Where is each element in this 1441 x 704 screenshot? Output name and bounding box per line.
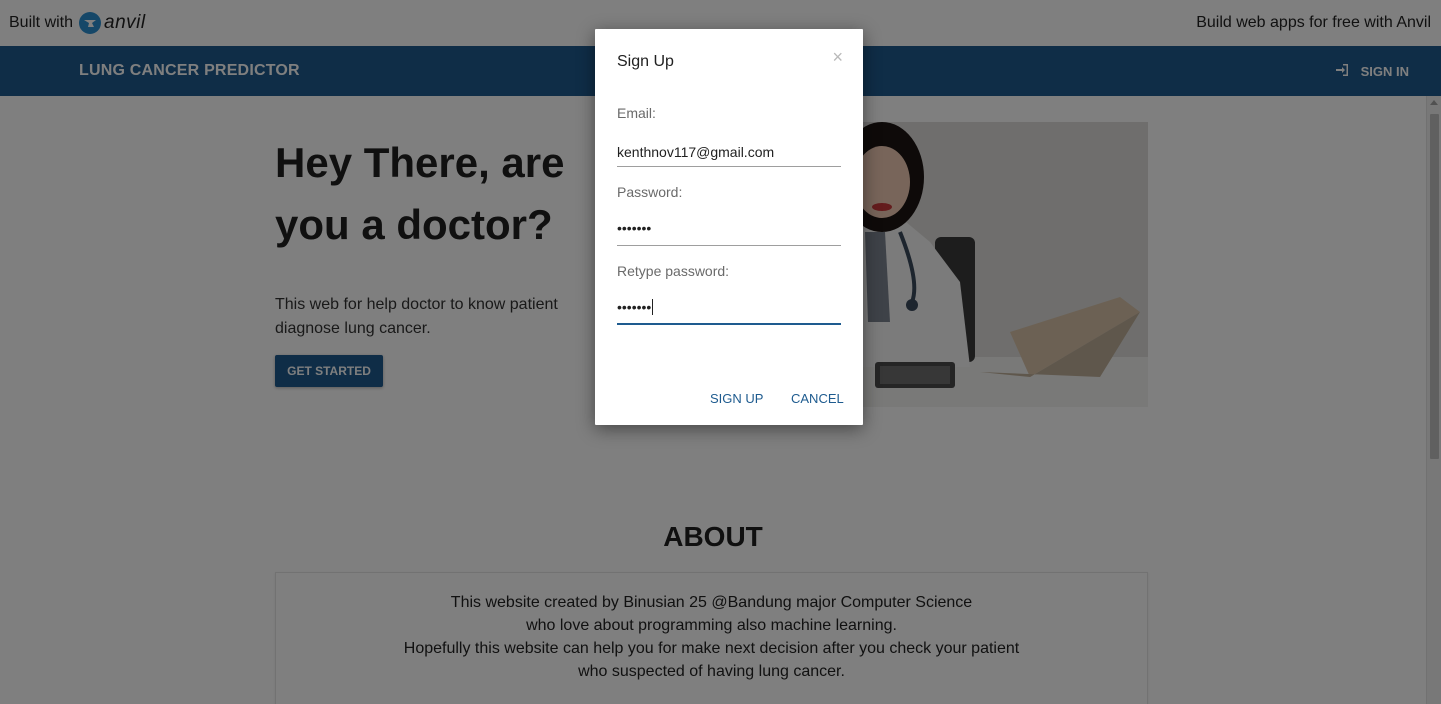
email-label: Email:: [617, 105, 656, 121]
text-caret: [652, 299, 654, 315]
retype-password-label: Retype password:: [617, 263, 730, 279]
retype-password-field[interactable]: •••••••: [617, 299, 841, 325]
cancel-button[interactable]: CANCEL: [791, 391, 844, 406]
password-label: Password:: [617, 184, 683, 200]
retype-password-dots: •••••••: [617, 299, 652, 315]
password-field[interactable]: •••••••: [617, 220, 841, 246]
sign-up-button[interactable]: SIGN UP: [710, 391, 763, 406]
password-dots: •••••••: [617, 220, 652, 236]
sign-up-dialog: Sign Up × Email: Password: ••••••• Retyp…: [595, 29, 863, 425]
close-icon[interactable]: ×: [832, 47, 843, 68]
email-field[interactable]: [617, 141, 841, 167]
dialog-title: Sign Up: [617, 53, 674, 70]
